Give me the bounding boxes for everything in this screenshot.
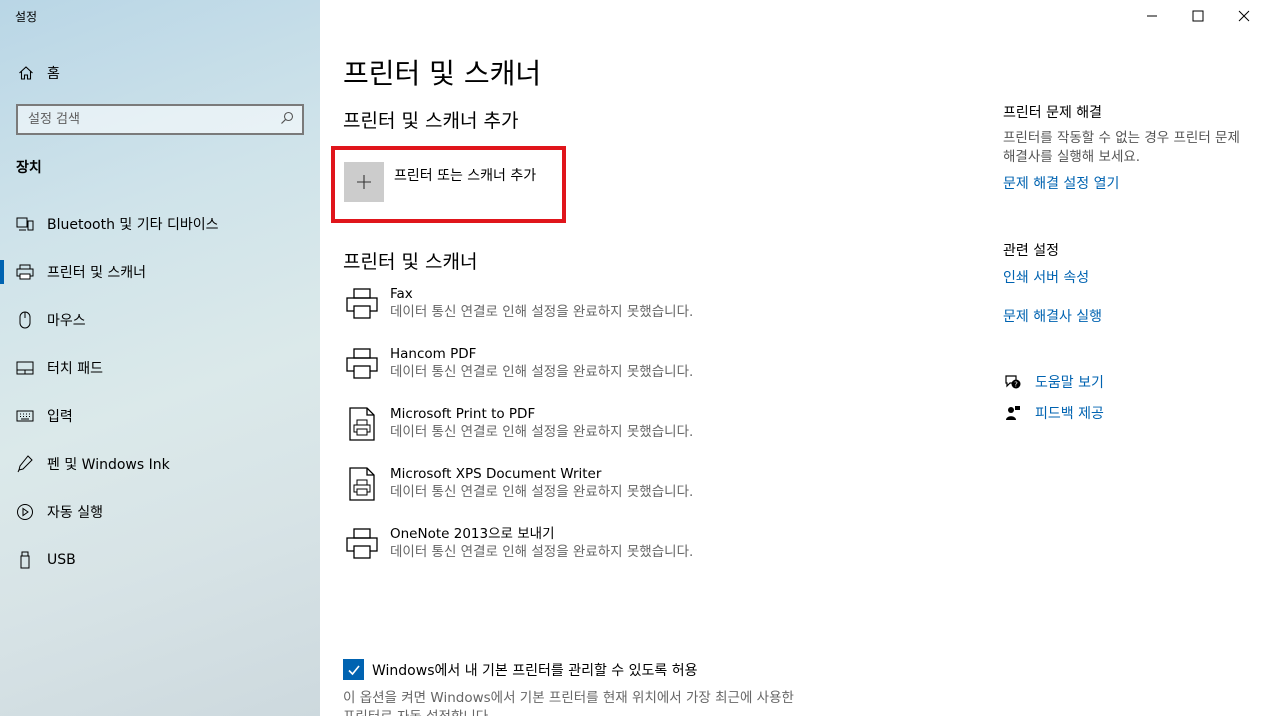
page-title: 프린터 및 스캐너 [343, 57, 542, 90]
sidebar-item-label: USB [47, 552, 76, 568]
maximize-button[interactable] [1175, 0, 1221, 32]
search-icon[interactable] [280, 110, 294, 129]
close-icon [1238, 7, 1250, 26]
search-input[interactable] [28, 112, 268, 127]
run-troubleshooter-link[interactable]: 문제 해결사 실행 [1003, 306, 1102, 326]
app-title: 설정 [15, 10, 38, 24]
add-printer-label: 프린터 또는 스캐너 추가 [394, 168, 537, 184]
settings-search[interactable] [16, 104, 304, 135]
touchpad-icon [15, 361, 35, 375]
printer-icon [343, 524, 381, 564]
help-chat-icon: ? [1003, 374, 1023, 390]
printer-status: 데이터 통신 연결로 인해 설정을 완료하지 못했습니다. [390, 544, 694, 560]
sidebar-item-pen[interactable]: 펜 및 Windows Ink [0, 440, 320, 488]
sidebar-item-mouse[interactable]: 마우스 [0, 296, 320, 344]
document-printer-icon [343, 464, 381, 504]
maximize-icon [1192, 7, 1204, 26]
sidebar-item-bluetooth[interactable]: Bluetooth 및 기타 디바이스 [0, 200, 320, 248]
printer-item-hancom[interactable]: Hancom PDF 데이터 통신 연결로 인해 설정을 완료하지 못했습니다. [343, 342, 903, 402]
printer-item-ms-xps[interactable]: Microsoft XPS Document Writer 데이터 통신 연결로… [343, 462, 903, 522]
get-help-link[interactable]: ? 도움말 보기 [1003, 372, 1104, 392]
close-button[interactable] [1221, 0, 1267, 32]
document-printer-icon [343, 404, 381, 444]
default-printer-checkbox[interactable]: Windows에서 내 기본 프린터를 관리할 수 있도록 허용 [343, 659, 698, 680]
printer-name: Fax [390, 286, 413, 302]
mouse-icon [15, 311, 35, 329]
svg-text:?: ? [1014, 381, 1018, 389]
minimize-button[interactable] [1129, 0, 1175, 32]
keyboard-icon [15, 410, 35, 422]
add-section-title: 프린터 및 스캐너 추가 [343, 110, 519, 132]
give-feedback-label: 피드백 제공 [1035, 406, 1104, 422]
default-printer-description: 이 옵션을 켜면 Windows에서 기본 프린터를 현재 위치에서 가장 최근… [343, 690, 794, 716]
sidebar-item-label: 프린터 및 스캐너 [47, 265, 147, 281]
troubleshoot-text: 프린터를 작동할 수 없는 경우 프린터 문제 해결사를 실행해 보세요. [1003, 130, 1240, 165]
sidebar-nav: Bluetooth 및 기타 디바이스 프린터 및 스캐너 마우스 터치 패드 … [0, 200, 320, 584]
window-controls [1129, 0, 1267, 32]
printer-icon [343, 284, 381, 324]
sidebar-item-usb[interactable]: USB [0, 536, 320, 584]
printer-item-ms-pdf[interactable]: Microsoft Print to PDF 데이터 통신 연결로 인해 설정을… [343, 402, 903, 462]
printer-icon [343, 344, 381, 384]
printer-status: 데이터 통신 연결로 인해 설정을 완료하지 못했습니다. [390, 424, 694, 440]
get-help-label: 도움말 보기 [1035, 375, 1104, 391]
troubleshoot-settings-link[interactable]: 문제 해결 설정 열기 [1003, 173, 1119, 193]
plus-icon [344, 162, 384, 202]
printer-item-onenote[interactable]: OneNote 2013으로 보내기 데이터 통신 연결로 인해 설정을 완료하… [343, 522, 903, 582]
troubleshoot-title: 프린터 문제 해결 [1003, 105, 1103, 121]
printer-list: Fax 데이터 통신 연결로 인해 설정을 완료하지 못했습니다. Hancom… [343, 282, 903, 582]
sidebar-item-label: 마우스 [47, 313, 86, 329]
home-label: 홈 [47, 66, 60, 82]
sidebar-item-label: 터치 패드 [47, 361, 103, 377]
add-printer-button[interactable]: 프린터 또는 스캐너 추가 [344, 162, 536, 202]
sidebar-section-title: 장치 [16, 160, 42, 176]
sidebar-item-autoplay[interactable]: 자동 실행 [0, 488, 320, 536]
sidebar-item-typing[interactable]: 입력 [0, 392, 320, 440]
printer-icon [15, 264, 35, 280]
home-icon [16, 65, 36, 81]
printer-status: 데이터 통신 연결로 인해 설정을 완료하지 못했습니다. [390, 484, 694, 500]
printer-name: Hancom PDF [390, 346, 477, 362]
sidebar-home[interactable]: 홈 [0, 56, 320, 90]
sidebar-item-label: Bluetooth 및 기타 디바이스 [47, 217, 219, 233]
printer-item-fax[interactable]: Fax 데이터 통신 연결로 인해 설정을 완료하지 못했습니다. [343, 282, 903, 342]
printer-status: 데이터 통신 연결로 인해 설정을 완료하지 못했습니다. [390, 364, 694, 380]
sidebar-item-label: 펜 및 Windows Ink [47, 457, 170, 473]
printer-name: Microsoft XPS Document Writer [390, 466, 602, 482]
bluetooth-devices-icon [15, 216, 35, 232]
give-feedback-link[interactable]: 피드백 제공 [1003, 403, 1104, 423]
sidebar-item-label: 입력 [47, 409, 73, 425]
print-server-properties-link[interactable]: 인쇄 서버 속성 [1003, 267, 1089, 287]
default-printer-label: Windows에서 내 기본 프린터를 관리할 수 있도록 허용 [372, 662, 698, 679]
sidebar: 설정 홈 장치 Bluetooth 및 기타 디바이스 프린터 및 스캐너 [0, 0, 320, 716]
sidebar-item-printers[interactable]: 프린터 및 스캐너 [0, 248, 320, 296]
usb-icon [15, 551, 35, 569]
sidebar-item-touchpad[interactable]: 터치 패드 [0, 344, 320, 392]
printer-name: OneNote 2013으로 보내기 [390, 526, 555, 542]
pen-icon [15, 455, 35, 473]
autoplay-icon [15, 503, 35, 521]
checkmark-icon[interactable] [343, 659, 364, 680]
sidebar-item-label: 자동 실행 [47, 505, 103, 521]
printer-list-title: 프린터 및 스캐너 [343, 251, 478, 273]
related-settings-title: 관련 설정 [1003, 243, 1059, 259]
printer-name: Microsoft Print to PDF [390, 406, 536, 422]
minimize-icon [1146, 7, 1158, 26]
feedback-icon [1003, 405, 1023, 421]
printer-status: 데이터 통신 연결로 인해 설정을 완료하지 못했습니다. [390, 304, 694, 320]
